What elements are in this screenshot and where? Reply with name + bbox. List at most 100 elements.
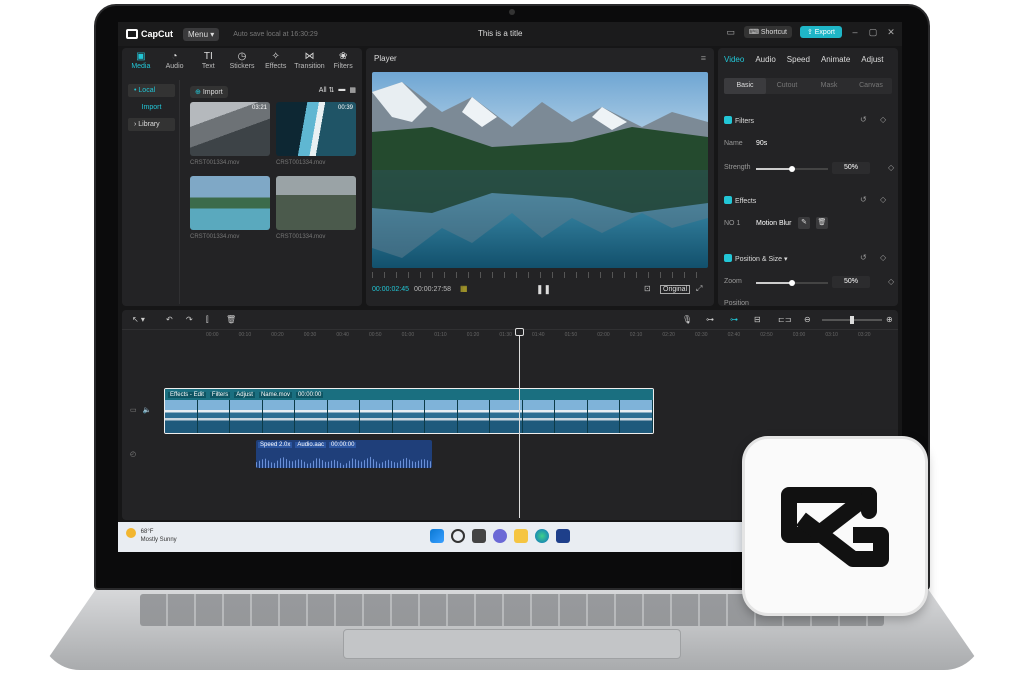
layout-icon[interactable]: ▭	[726, 27, 736, 38]
tab-animate[interactable]: Animate	[821, 55, 850, 64]
media-tab-bar: ▣ Media ◔ Audio TI Text ◷ Stickers ✧ Effects ⋈ Tran…	[122, 48, 362, 76]
grid-view-icon[interactable]: ▦	[349, 86, 356, 94]
tab-text[interactable]: TI Text	[191, 50, 225, 76]
player-scrubber[interactable]	[372, 272, 708, 278]
effects-keyframe-icon[interactable]: ◇	[880, 195, 886, 204]
timeline-ruler[interactable]: 00:00 00:10 00:20 00:30 00:40 00:50 01:00 01:10…	[122, 332, 898, 342]
weather-widget[interactable]: 68°F Mostly Sunny	[126, 528, 177, 544]
tab-audio[interactable]: ◔ Audio	[158, 50, 192, 76]
chat-icon[interactable]	[493, 529, 507, 543]
preview-axis-icon[interactable]: ⊟	[754, 315, 761, 324]
zoom-out-icon[interactable]: ⊖	[804, 315, 811, 324]
file-explorer-icon[interactable]	[514, 529, 528, 543]
microphone-icon[interactable]: 🎙	[682, 315, 692, 324]
project-title[interactable]: This is a title	[478, 29, 522, 38]
player-menu-icon[interactable]: ≡	[701, 53, 706, 63]
effects-checkbox[interactable]	[724, 196, 732, 204]
strength-slider[interactable]	[756, 166, 828, 172]
video-frame-thumb	[327, 400, 361, 433]
sidebar-item-import[interactable]: Import	[128, 101, 175, 114]
menu-button[interactable]: Menu ▾	[183, 27, 220, 41]
video-clip[interactable]: Effects - Edit Filters Adjust Name.mov 00:00…	[164, 388, 654, 434]
zoom-keyframe-icon[interactable]: ◇	[888, 277, 894, 286]
fit-icon[interactable]: ⊏⊐	[778, 315, 791, 324]
link-icon[interactable]: ⊶	[706, 315, 714, 324]
grid-icon[interactable]: ▦	[460, 284, 468, 293]
video-frame-thumb	[620, 400, 653, 433]
maximize-icon[interactable]: ▢	[868, 27, 878, 38]
strength-slider-knob[interactable]	[789, 166, 795, 172]
zoom-slider[interactable]	[756, 280, 828, 286]
tab-filters[interactable]: ❀ Filters	[326, 50, 360, 76]
delete-clip-icon[interactable]: 🗑	[226, 315, 236, 324]
subtab-canvas[interactable]: Canvas	[850, 78, 892, 94]
tab-video[interactable]: Video	[724, 55, 744, 64]
export-button[interactable]: ⇪ Export	[799, 26, 842, 38]
all-filter-dropdown[interactable]: All ⇅	[319, 86, 335, 94]
position-keyframe-icon[interactable]: ◇	[880, 253, 886, 262]
media-thumb-3[interactable]	[190, 176, 270, 230]
tab-media[interactable]: ▣ Media	[124, 50, 158, 76]
task-view-icon[interactable]	[472, 529, 486, 543]
player-preview[interactable]	[372, 72, 708, 268]
undo-icon[interactable]: ↶	[166, 315, 173, 324]
keyframe-icon[interactable]: ◇	[880, 115, 886, 124]
playhead-handle[interactable]	[515, 328, 524, 336]
search-icon[interactable]	[451, 529, 465, 543]
media-thumb-1[interactable]: 03:21	[190, 102, 270, 156]
split-icon[interactable]: ⫿	[206, 315, 209, 325]
strength-value[interactable]: 50%	[832, 162, 870, 174]
filters-checkbox[interactable]	[724, 116, 732, 124]
delete-icon[interactable]: 🗑	[816, 217, 828, 229]
edge-icon[interactable]	[535, 529, 549, 543]
import-button[interactable]: ⊕ Import	[190, 86, 228, 98]
audio-waveform	[256, 456, 432, 468]
redo-icon[interactable]: ↷	[186, 315, 193, 324]
ruler-tick: 01:30	[499, 332, 512, 338]
tab-effects[interactable]: ✧ Effects	[259, 50, 293, 76]
original-ratio-button[interactable]: Original	[660, 285, 691, 294]
subtab-basic[interactable]: Basic	[724, 78, 766, 94]
position-checkbox[interactable]	[724, 254, 732, 262]
effect-item-value: Motion Blur	[756, 220, 792, 227]
tab-speed[interactable]: Speed	[787, 55, 810, 64]
timeline-zoom-slider[interactable]	[822, 316, 882, 324]
store-icon[interactable]	[556, 529, 570, 543]
tab-adjust[interactable]: Adjust	[861, 55, 883, 64]
effects-reset-icon[interactable]: ↺	[860, 195, 867, 204]
tab-audio[interactable]: Audio	[755, 55, 775, 64]
media-thumb-4[interactable]	[276, 176, 356, 230]
position-reset-icon[interactable]: ↺	[860, 253, 867, 262]
edit-pencil-icon[interactable]: ✎	[798, 217, 810, 229]
crop-icon[interactable]: ⊡	[644, 284, 651, 293]
subtab-mask[interactable]: Mask	[808, 78, 850, 94]
audio-clip[interactable]: Speed 2.0x Audio.aac 00:00:00	[256, 440, 432, 468]
timeline-zoom-knob[interactable]	[850, 316, 854, 324]
position-section-header[interactable]: Position & Size ▾	[724, 254, 788, 263]
minimize-icon[interactable]: –	[850, 27, 860, 37]
pause-button[interactable]: ❚❚	[536, 284, 551, 295]
fullscreen-icon[interactable]: ⤢	[696, 284, 702, 294]
list-view-icon[interactable]: ▬	[338, 86, 345, 94]
sidebar-item-library[interactable]: › Library	[128, 118, 175, 131]
reset-icon[interactable]: ↺	[860, 115, 867, 124]
zoom-slider-knob[interactable]	[789, 280, 795, 286]
audio-icon: ◔	[171, 51, 178, 62]
strength-keyframe-icon[interactable]: ◇	[888, 163, 894, 172]
magnet-icon[interactable]: ⊶	[730, 315, 738, 324]
shortcut-button[interactable]: ⌨ Shortcut	[743, 26, 792, 38]
select-tool-icon[interactable]: ↖ ▾	[132, 315, 145, 324]
tab-transition[interactable]: ⋈ Transition	[293, 50, 327, 76]
close-icon[interactable]: ✕	[886, 27, 896, 38]
effects-section-header[interactable]: Effects	[724, 196, 756, 205]
sidebar-item-local[interactable]: • Local	[128, 84, 175, 97]
playhead[interactable]	[519, 328, 520, 518]
start-icon[interactable]	[430, 529, 444, 543]
media-thumb-2[interactable]: 00:39	[276, 102, 356, 156]
zoom-value[interactable]: 50%	[832, 276, 870, 288]
tab-stickers[interactable]: ◷ Stickers	[225, 50, 259, 76]
video-frame-thumb	[360, 400, 393, 433]
filters-section-header[interactable]: Filters	[724, 116, 754, 125]
zoom-in-icon[interactable]: ⊕	[886, 315, 893, 324]
subtab-cutout[interactable]: Cutout	[766, 78, 808, 94]
